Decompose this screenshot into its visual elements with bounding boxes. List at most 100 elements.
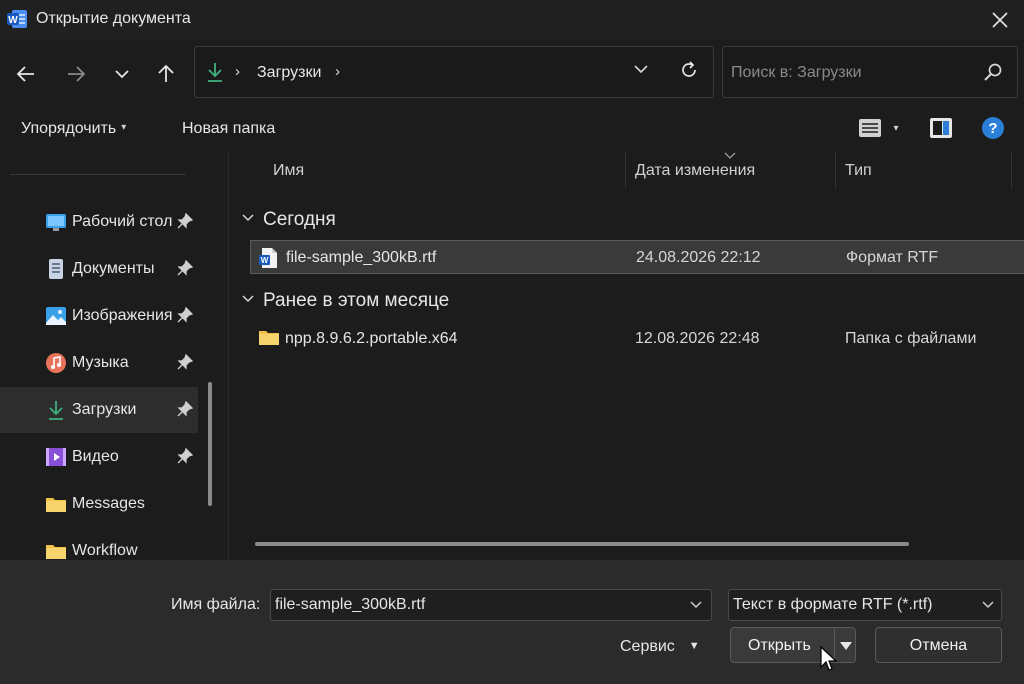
file-type-filter[interactable]: Текст в формате RTF (*.rtf) xyxy=(728,589,1002,621)
file-row[interactable]: npp.8.9.6.2.portable.x64 12.08.2026 22:4… xyxy=(250,322,1024,356)
caret-down-icon xyxy=(840,642,852,650)
group-header-earlier-this-month[interactable]: Ранее в этом месяце xyxy=(241,288,449,312)
filename-history-button[interactable] xyxy=(689,598,703,617)
refresh-icon xyxy=(682,61,696,77)
close-button[interactable] xyxy=(986,6,1014,34)
column-header-type[interactable]: Тип xyxy=(845,162,872,180)
file-list: Имя Дата изменения Тип Сегодня W file-sa… xyxy=(228,152,1024,560)
svg-text:W: W xyxy=(8,15,18,26)
file-type: Папка с файлами xyxy=(845,330,977,347)
sidebar-item-label: Workflow xyxy=(72,542,138,559)
sidebar-item-label: Загрузки xyxy=(72,401,137,418)
sidebar-item-workflow[interactable]: Workflow xyxy=(0,528,198,560)
pin-icon[interactable] xyxy=(177,306,194,328)
up-button[interactable] xyxy=(150,60,182,88)
pin-icon[interactable] xyxy=(177,212,194,234)
breadcrumb-separator-icon: › xyxy=(235,63,240,80)
sidebar-item-downloads[interactable]: Загрузки xyxy=(0,387,198,433)
caret-down-icon: ▾ xyxy=(121,122,127,133)
preview-pane-button[interactable] xyxy=(929,117,953,144)
music-icon xyxy=(45,352,67,374)
word-icon: W xyxy=(6,8,28,30)
sidebar-item-messages[interactable]: Messages xyxy=(0,481,198,527)
sidebar-item-label: Рабочий стол xyxy=(72,213,173,230)
cancel-button-label: Отмена xyxy=(909,637,968,654)
chevron-down-icon xyxy=(634,65,648,74)
column-divider[interactable] xyxy=(625,152,626,188)
address-history-button[interactable] xyxy=(633,61,649,82)
arrow-up-icon xyxy=(158,64,174,82)
sidebar-item-pictures[interactable]: Изображения xyxy=(0,293,198,339)
open-button-label: Открыть xyxy=(748,637,811,654)
preview-pane-icon xyxy=(930,118,952,138)
recent-locations-button[interactable] xyxy=(106,60,138,88)
folder-icon xyxy=(45,540,67,560)
arrow-left-icon xyxy=(16,66,34,82)
breadcrumb-chevron-icon[interactable]: › xyxy=(335,63,340,80)
pin-icon[interactable] xyxy=(177,400,194,422)
forward-button[interactable] xyxy=(60,60,92,88)
sidebar-item-label: Музыка xyxy=(72,354,129,371)
help-icon: ? xyxy=(982,117,1004,139)
file-list-scrollbar[interactable] xyxy=(255,542,909,546)
divider xyxy=(10,174,186,175)
file-type-filter-value: Текст в формате RTF (*.rtf) xyxy=(733,596,933,613)
column-divider[interactable] xyxy=(835,152,836,188)
arrow-right-icon xyxy=(68,66,86,82)
svg-text:W: W xyxy=(261,256,269,265)
column-divider[interactable] xyxy=(1011,152,1012,188)
chevron-down-icon xyxy=(981,598,995,617)
sidebar-item-desktop[interactable]: Рабочий стол xyxy=(0,199,198,245)
sidebar-item-music[interactable]: Музыка xyxy=(0,340,198,386)
close-icon xyxy=(992,12,1008,28)
title-bar: W Открытие документа xyxy=(0,0,1024,40)
search-input[interactable] xyxy=(731,61,971,85)
file-type: Формат RTF xyxy=(846,249,939,266)
desktop-icon xyxy=(45,211,67,233)
cancel-button[interactable]: Отмена xyxy=(875,627,1002,663)
tools-menu[interactable]: Сервис ▼ xyxy=(620,638,700,656)
chevron-down-icon xyxy=(241,207,255,229)
address-bar[interactable]: › Загрузки › xyxy=(194,46,714,98)
caret-down-icon: ▼ xyxy=(688,640,700,652)
group-header-today[interactable]: Сегодня xyxy=(241,207,336,231)
mouse-cursor-icon xyxy=(820,645,838,677)
file-date: 12.08.2026 22:48 xyxy=(635,330,760,347)
back-button[interactable] xyxy=(10,60,42,88)
open-options-button[interactable] xyxy=(839,639,853,657)
command-bar: Упорядочить ▾ Новая папка ▾ ? xyxy=(0,106,1024,152)
file-name: npp.8.9.6.2.portable.x64 xyxy=(285,330,458,347)
caret-down-icon: ▾ xyxy=(893,123,899,134)
column-header-name[interactable]: Имя xyxy=(273,162,304,180)
group-label: Сегодня xyxy=(263,209,336,230)
pin-icon[interactable] xyxy=(177,259,194,281)
pin-icon[interactable] xyxy=(177,353,194,375)
download-icon xyxy=(205,61,225,88)
organize-label: Упорядочить xyxy=(21,120,117,137)
breadcrumb-downloads[interactable]: Загрузки xyxy=(257,64,321,82)
new-folder-button[interactable]: Новая папка xyxy=(182,120,275,138)
sidebar-item-documents[interactable]: Документы xyxy=(0,246,198,292)
pictures-icon xyxy=(45,305,67,327)
sidebar-item-label: Изображения xyxy=(72,307,173,324)
column-header-date[interactable]: Дата изменения xyxy=(635,162,755,180)
list-view-icon xyxy=(859,119,881,137)
search-box[interactable] xyxy=(722,46,1018,98)
help-button[interactable]: ? xyxy=(981,116,1005,145)
dialog-footer: Имя файла: file-sample_300kB.rtf Текст в… xyxy=(0,560,1024,684)
search-icon[interactable] xyxy=(983,62,1003,87)
refresh-button[interactable] xyxy=(679,60,699,85)
folder-icon xyxy=(258,328,280,353)
sidebar-scrollbar[interactable] xyxy=(208,382,212,506)
filename-value[interactable]: file-sample_300kB.rtf xyxy=(275,596,425,614)
view-options-button[interactable]: ▾ xyxy=(858,117,898,144)
file-name: file-sample_300kB.rtf xyxy=(286,249,437,266)
sidebar-item-video[interactable]: Видео xyxy=(0,434,198,480)
file-row[interactable]: W file-sample_300kB.rtf 24.08.2026 22:12… xyxy=(250,240,1024,274)
sidebar-item-label: Видео xyxy=(72,448,119,465)
organize-menu[interactable]: Упорядочить ▾ xyxy=(21,120,126,138)
filename-field[interactable]: file-sample_300kB.rtf xyxy=(270,589,712,621)
folder-icon xyxy=(45,493,67,515)
word-doc-icon: W xyxy=(259,247,279,274)
pin-icon[interactable] xyxy=(177,447,194,469)
